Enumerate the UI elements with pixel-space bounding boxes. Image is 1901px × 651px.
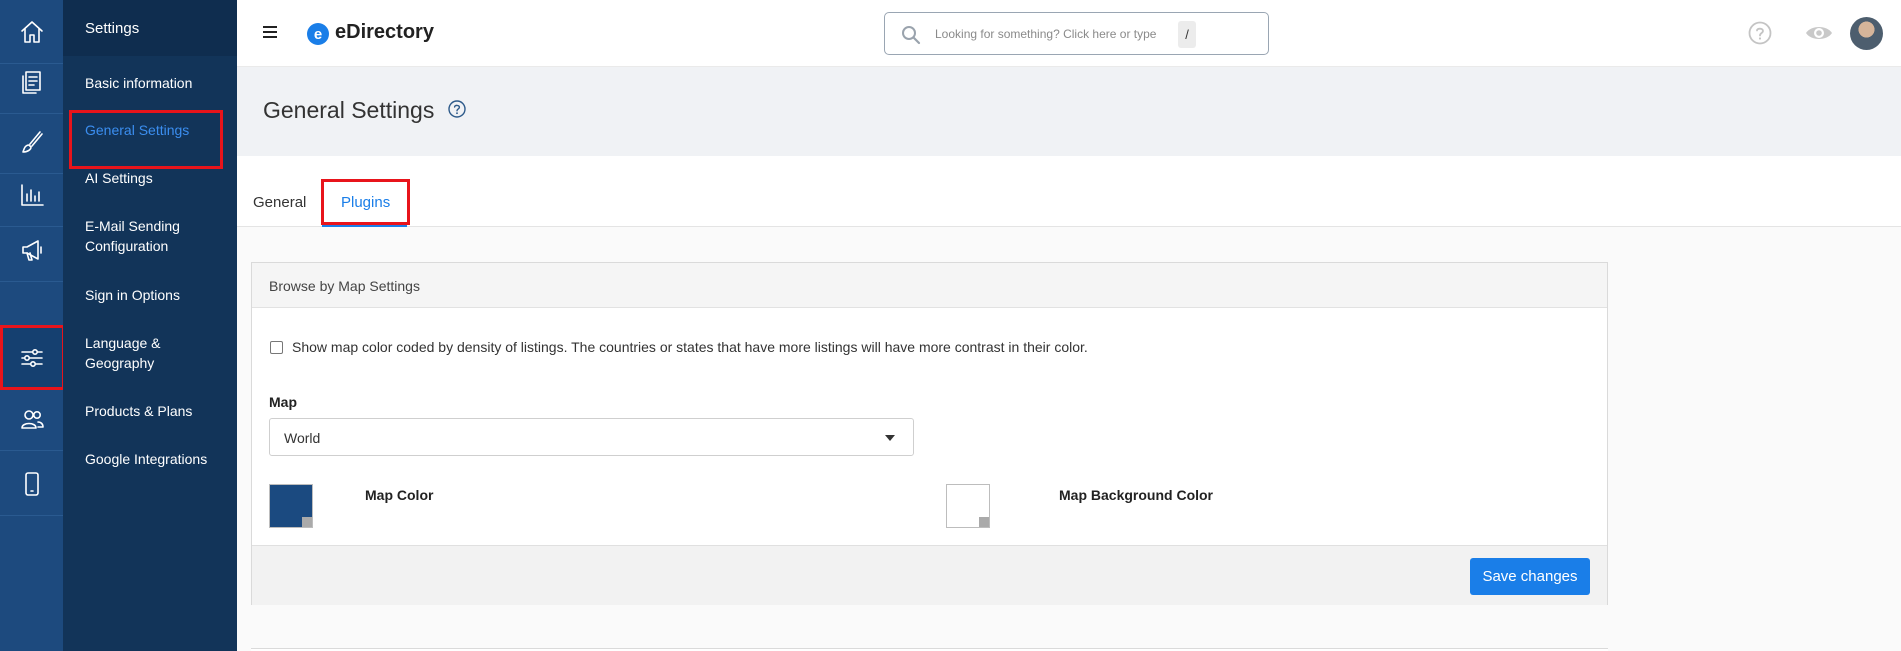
icon-rail [0, 0, 63, 651]
users-icon [20, 409, 44, 429]
card-title: Browse by Map Settings [269, 278, 420, 294]
map-color-label: Map Color [365, 487, 434, 503]
chevron-down-icon [885, 435, 895, 441]
content-icon [21, 70, 41, 94]
submenu-title: Settings [85, 20, 140, 37]
page-help-icon[interactable] [447, 99, 467, 119]
tab-plugins[interactable]: Plugins [341, 194, 390, 211]
submenu-item-ai-settings[interactable]: AI Settings [85, 168, 225, 188]
rail-item-promote[interactable] [0, 218, 63, 282]
submenu-item-sign-in-options[interactable]: Sign in Options [85, 285, 225, 305]
settings-tabs: General Plugins [237, 156, 1901, 227]
tab-active-indicator [322, 224, 407, 227]
swatch-picker-corner-icon [302, 517, 312, 527]
help-icon[interactable] [1748, 21, 1772, 45]
card-footer: Save changes [252, 545, 1607, 605]
logo-icon: e [307, 23, 329, 45]
submenu-header: Settings [63, 0, 237, 56]
swatch-picker-corner-icon [979, 517, 989, 527]
map-select[interactable]: World [269, 418, 914, 456]
save-changes-button[interactable]: Save changes [1470, 558, 1590, 595]
user-avatar[interactable] [1850, 17, 1883, 50]
density-checkbox[interactable] [270, 341, 283, 354]
submenu-item-email-sending-configuration[interactable]: E-Mail Sending Configuration [85, 216, 195, 256]
browse-by-map-card: Browse by Map Settings Show map color co… [251, 262, 1608, 605]
rail-item-settings[interactable] [0, 326, 63, 390]
settings-submenu: Settings Basic information General Setti… [63, 0, 237, 651]
app-name[interactable]: eDirectory [335, 21, 434, 44]
search-input[interactable] [935, 23, 1175, 45]
submenu-item-products-plans[interactable]: Products & Plans [85, 401, 225, 421]
map-field-label: Map [269, 394, 297, 410]
search-shortcut-key: / [1178, 21, 1196, 48]
map-color-swatch[interactable] [269, 484, 313, 528]
submenu-item-language-geography[interactable]: Language & Geography [85, 333, 185, 373]
density-checkbox-label[interactable]: Show map color coded by density of listi… [292, 339, 1088, 355]
preview-eye-icon[interactable] [1804, 22, 1834, 44]
hamburger-menu-icon[interactable] [263, 26, 277, 38]
map-background-color-label: Map Background Color [1059, 487, 1214, 503]
search-icon [902, 26, 921, 45]
rail-item-users[interactable] [0, 387, 63, 451]
tab-general[interactable]: General [253, 194, 306, 211]
design-brush-icon [21, 130, 43, 153]
map-background-color-swatch[interactable] [946, 484, 990, 528]
settings-sliders-icon [20, 348, 43, 367]
page-header: General Settings [237, 67, 1901, 156]
rail-item-content[interactable] [0, 50, 63, 114]
rail-item-mobile[interactable] [0, 452, 63, 516]
submenu-item-basic-information[interactable]: Basic information [85, 73, 225, 93]
reports-chart-icon [20, 183, 44, 206]
submenu-item-google-integrations[interactable]: Google Integrations [85, 449, 225, 469]
mobile-icon [24, 471, 39, 496]
card-header: Browse by Map Settings [252, 263, 1607, 308]
page-title: General Settings [263, 97, 435, 123]
top-bar: e eDirectory / [237, 0, 1901, 67]
promote-megaphone-icon [21, 239, 42, 261]
submenu-item-general-settings[interactable]: General Settings [85, 120, 225, 140]
search-box[interactable]: / [884, 12, 1269, 55]
home-icon [20, 20, 43, 43]
map-select-value: World [284, 430, 321, 446]
